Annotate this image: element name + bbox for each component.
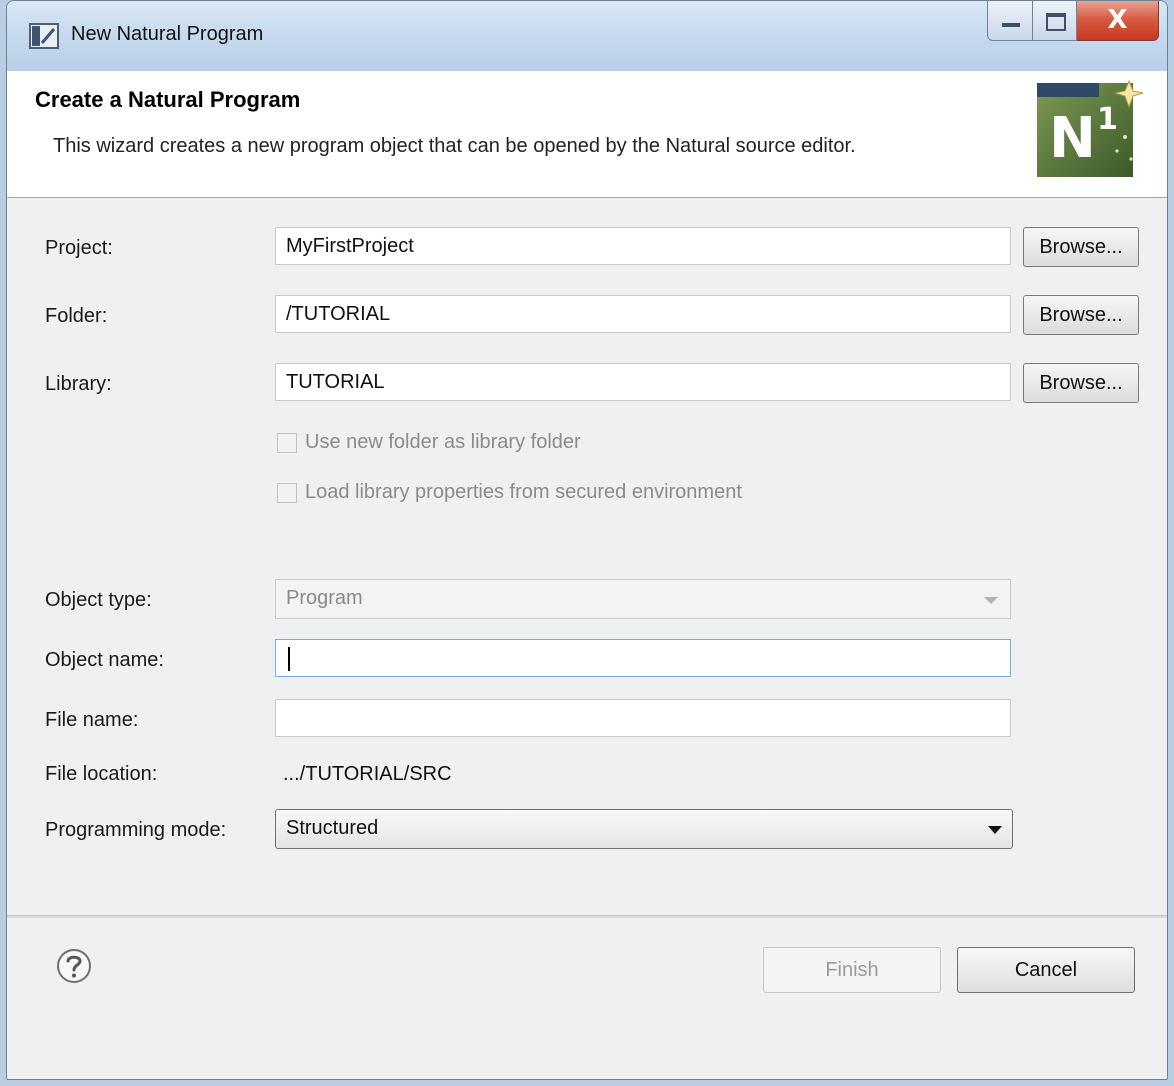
project-field[interactable]: MyFirstProject (275, 227, 1011, 265)
use-new-folder-checkbox (277, 432, 297, 453)
project-browse-button[interactable]: Browse... (1023, 227, 1139, 267)
object-name-label: Object name: (45, 649, 164, 671)
title-bar[interactable]: New Natural Program X (7, 1, 1167, 71)
help-question-icon[interactable] (55, 947, 93, 985)
programming-mode-value: Structured (286, 817, 379, 839)
use-new-folder-label: Use new folder as library folder (305, 431, 581, 453)
finish-button[interactable]: Finish (763, 947, 941, 993)
wizard-page-description: This wizard creates a new program object… (53, 135, 856, 157)
project-label: Project: (45, 237, 113, 259)
programming-mode-label: Programming mode: (45, 819, 227, 841)
maximize-icon[interactable] (1033, 1, 1077, 41)
library-browse-button[interactable]: Browse... (1023, 363, 1139, 403)
object-type-select: Program (275, 579, 1011, 619)
load-library-props-option: Load library properties from secured env… (277, 481, 742, 504)
svg-text:N: N (1049, 106, 1096, 171)
natural-n1-wizard-icon: N 1 (1037, 79, 1144, 177)
footer-separator (7, 915, 1167, 918)
text-caret (288, 647, 290, 671)
window-controls: X (987, 1, 1159, 43)
use-new-folder-option: Use new folder as library folder (277, 431, 581, 454)
folder-label: Folder: (45, 305, 108, 327)
wizard-app-icon (29, 23, 59, 49)
object-name-input[interactable] (275, 639, 1011, 677)
wizard-header-banner: Create a Natural Program This wizard cre… (7, 71, 1167, 198)
load-library-props-checkbox (277, 482, 297, 503)
window-title: New Natural Program (71, 23, 264, 45)
svg-text:1: 1 (1097, 102, 1118, 137)
cancel-button[interactable]: Cancel (957, 947, 1135, 993)
folder-field[interactable]: /TUTORIAL (275, 295, 1011, 333)
library-label: Library: (45, 373, 112, 395)
programming-mode-select[interactable]: Structured (275, 809, 1013, 849)
close-icon: X (1107, 5, 1128, 35)
object-type-value: Program (286, 587, 363, 609)
chevron-down-icon (984, 597, 998, 604)
object-type-label: Object type: (45, 589, 152, 611)
wizard-page-title: Create a Natural Program (35, 87, 301, 112)
file-location-label: File location: (45, 763, 158, 785)
file-location-value: .../TUTORIAL/SRC (283, 763, 452, 785)
library-field[interactable]: TUTORIAL (275, 363, 1011, 401)
file-name-input[interactable] (275, 699, 1011, 737)
minimize-icon[interactable] (987, 1, 1033, 41)
load-library-props-label: Load library properties from secured env… (305, 481, 742, 503)
folder-browse-button[interactable]: Browse... (1023, 295, 1139, 335)
chevron-down-icon (988, 826, 1002, 834)
close-button[interactable]: X (1077, 1, 1159, 41)
file-name-label: File name: (45, 709, 139, 731)
new-natural-program-dialog: New Natural Program X Create a Natural P… (6, 0, 1168, 1080)
